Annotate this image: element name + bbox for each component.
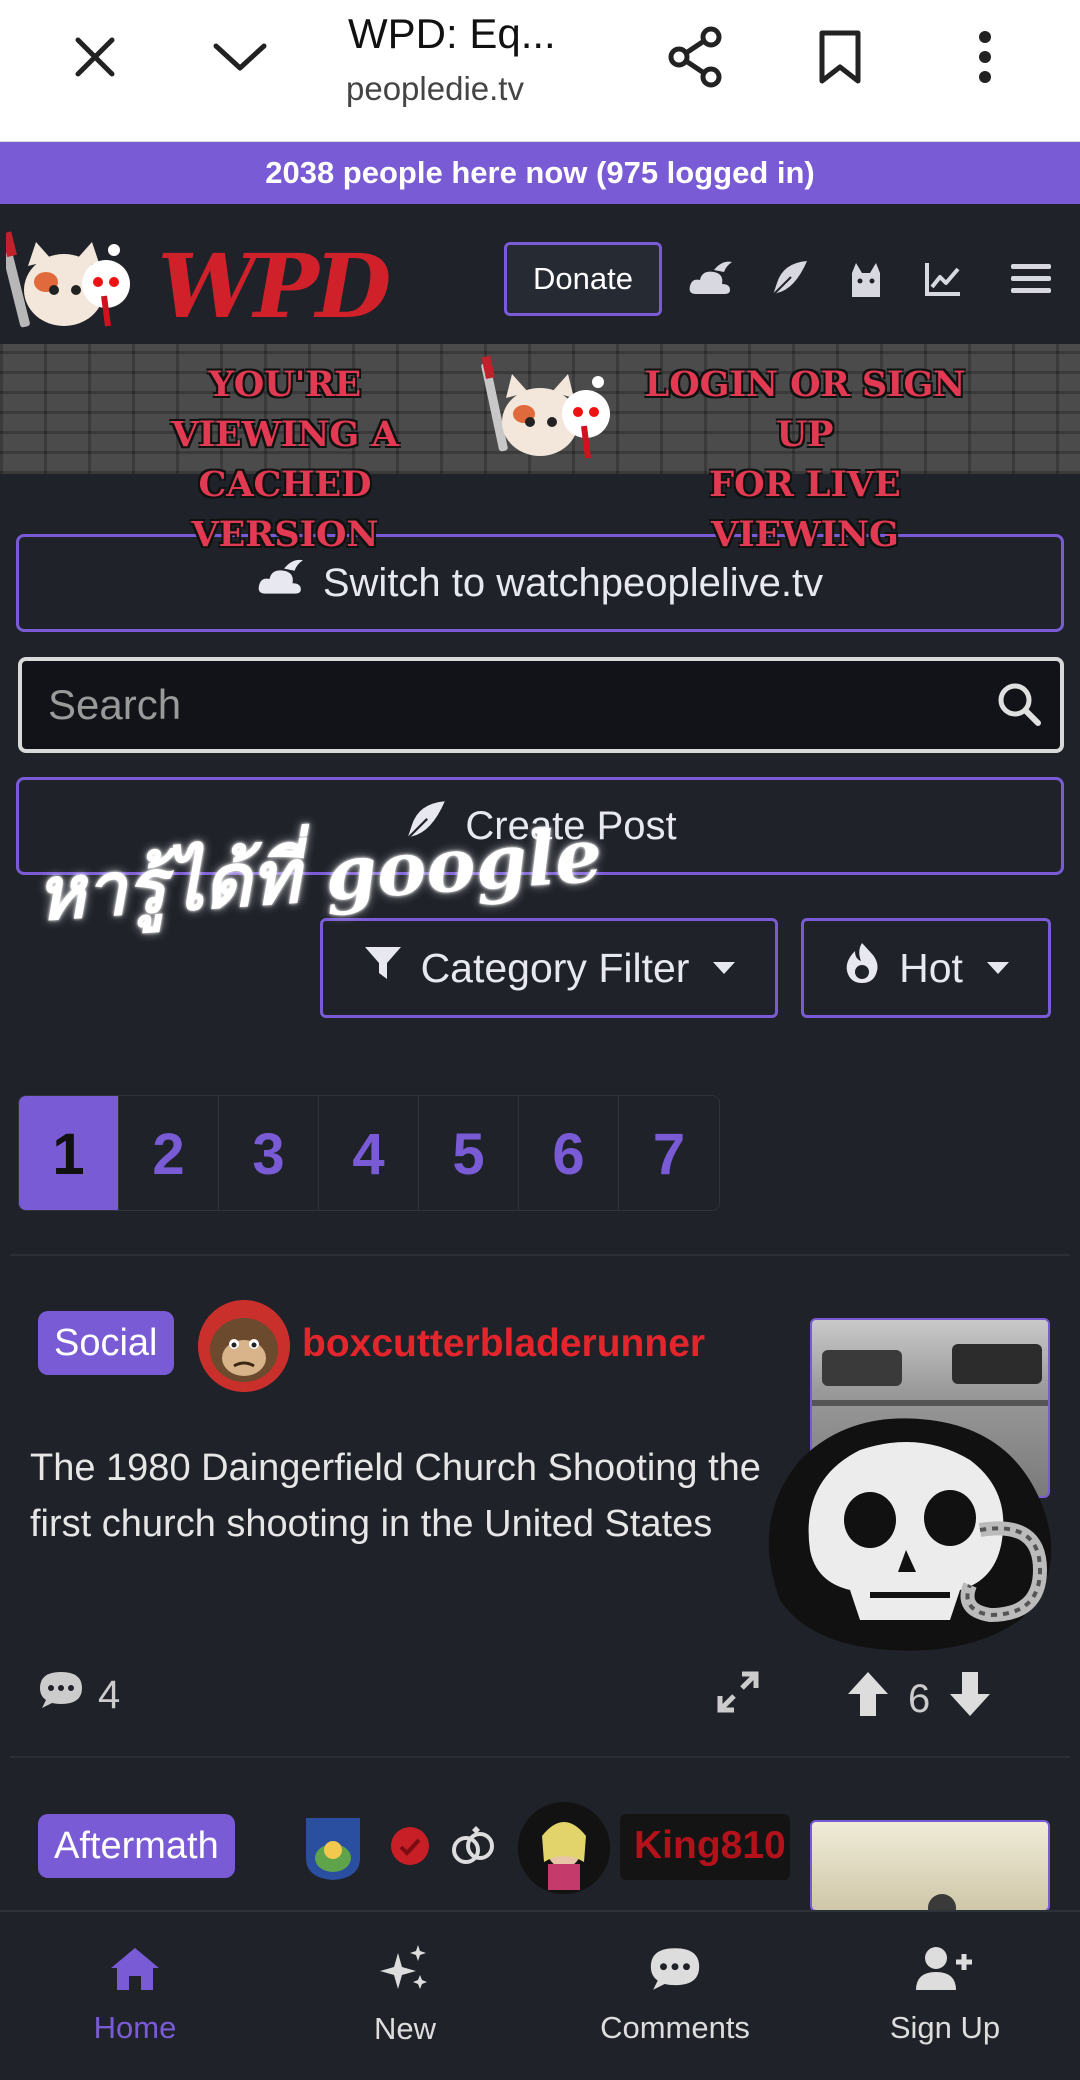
chart-line-icon[interactable]	[920, 256, 966, 302]
verified-icon	[390, 1826, 430, 1871]
feather-icon[interactable]	[766, 256, 812, 302]
divider	[10, 1254, 1070, 1256]
home-icon	[109, 1946, 161, 2000]
comment-count: 4	[98, 1672, 121, 1717]
nav-comments-label: Comments	[600, 2010, 750, 2045]
page-6[interactable]: 6	[519, 1096, 619, 1210]
logo-mascot[interactable]	[0, 226, 138, 336]
online-count-bar: 2038 people here now (975 logged in)	[0, 142, 1080, 204]
comments-icon	[38, 1670, 84, 1720]
more-vertical-icon[interactable]	[950, 22, 1020, 92]
post-username[interactable]: boxcutterbladerunner	[302, 1322, 705, 1366]
sort-label: Hot	[899, 944, 963, 991]
vote-controls: 6	[846, 1670, 992, 1728]
menu-icon[interactable]	[1008, 256, 1054, 302]
banner-left-text: YOU'RE VIEWING A CACHED VERSION	[120, 360, 450, 560]
site-logo-text[interactable]: WPD	[149, 234, 397, 338]
nav-comments[interactable]: Comments	[540, 1912, 810, 2080]
page-url[interactable]: peopledie.tv	[346, 70, 524, 108]
downvote-icon[interactable]	[948, 1670, 992, 1728]
cloud-bird-icon[interactable]	[688, 256, 734, 302]
username-badge[interactable]: King810	[620, 1814, 790, 1880]
expand-icon[interactable]	[716, 1670, 760, 1714]
post-tag[interactable]: Aftermath	[38, 1814, 235, 1878]
banner-right-line2: FOR LIVE VIEWING	[709, 464, 901, 555]
site-header: WPD Donate	[0, 204, 1080, 344]
post-thumbnail[interactable]	[810, 1820, 1050, 1912]
cached-version-banner[interactable]: YOU'RE VIEWING A CACHED VERSION LOGIN OR…	[0, 344, 1080, 555]
comment-icon	[648, 1946, 702, 2000]
pagination: 1 2 3 4 5 6 7	[18, 1095, 720, 1211]
nav-signup-label: Sign Up	[889, 2010, 1001, 2045]
browser-toolbar: WPD: Eq... peopledie.tv	[0, 0, 1080, 142]
page-7[interactable]: 7	[619, 1096, 719, 1210]
donate-button[interactable]: Donate	[504, 242, 662, 316]
banner-mascot	[480, 352, 620, 468]
page-4[interactable]: 4	[319, 1096, 419, 1210]
nav-home[interactable]: Home	[0, 1912, 270, 2080]
search-icon[interactable]	[996, 681, 1042, 732]
avatar[interactable]	[518, 1802, 610, 1894]
banner-left-line2: CACHED VERSION	[191, 464, 379, 555]
cloud-bird-icon	[257, 558, 305, 608]
page-2[interactable]: 2	[119, 1096, 219, 1210]
upvote-icon[interactable]	[846, 1670, 890, 1728]
category-filter-dropdown[interactable]: Category Filter	[320, 918, 778, 1018]
nav-signup[interactable]: Sign Up	[810, 1912, 1080, 2080]
page-5[interactable]: 5	[419, 1096, 519, 1210]
nav-new[interactable]: New	[270, 1912, 540, 2080]
caret-down-icon	[713, 962, 736, 974]
search-input[interactable]	[22, 661, 982, 749]
filter-icon	[363, 943, 403, 993]
cat-icon[interactable]	[842, 256, 888, 302]
rings-icon	[450, 1824, 496, 1871]
post-username: King810	[634, 1824, 786, 1867]
sparkles-icon	[380, 1945, 430, 2001]
banner-left-line1: YOU'RE VIEWING A	[171, 364, 399, 455]
switch-site-label: Switch to watchpeoplelive.tv	[322, 560, 824, 605]
page-3[interactable]: 3	[219, 1096, 319, 1210]
page-1[interactable]: 1	[19, 1096, 119, 1210]
close-icon[interactable]	[60, 22, 130, 92]
nav-new-label: New	[373, 2011, 436, 2046]
state-badge-icon	[296, 1808, 370, 1887]
user-plus-icon	[916, 1946, 974, 2000]
bookmark-icon[interactable]	[805, 22, 875, 92]
search-box	[18, 657, 1064, 753]
nav-home-label: Home	[93, 2010, 177, 2045]
post-tag[interactable]: Social	[38, 1311, 174, 1375]
bottom-navigation: Home New Comments Sign Up	[0, 1910, 1080, 2080]
skull-sticker-image	[740, 1400, 1080, 1660]
page-title: WPD: Eq...	[348, 10, 556, 57]
post-comments-link[interactable]: 4	[38, 1670, 120, 1720]
chevron-down-icon[interactable]	[205, 22, 275, 92]
banner-right-line1: LOGIN OR SIGN UP	[644, 364, 966, 455]
post-score: 6	[908, 1676, 931, 1721]
avatar[interactable]	[198, 1300, 290, 1392]
caret-down-icon	[986, 962, 1009, 974]
category-filter-label: Category Filter	[420, 944, 690, 991]
divider	[10, 1756, 1070, 1758]
share-icon[interactable]	[660, 22, 730, 92]
sort-dropdown[interactable]: Hot	[801, 918, 1051, 1018]
fire-icon	[843, 941, 881, 995]
banner-right-text: LOGIN OR SIGN UP FOR LIVE VIEWING	[640, 360, 970, 560]
post-title[interactable]: The 1980 Daingerfield Church Shooting th…	[30, 1440, 770, 1552]
